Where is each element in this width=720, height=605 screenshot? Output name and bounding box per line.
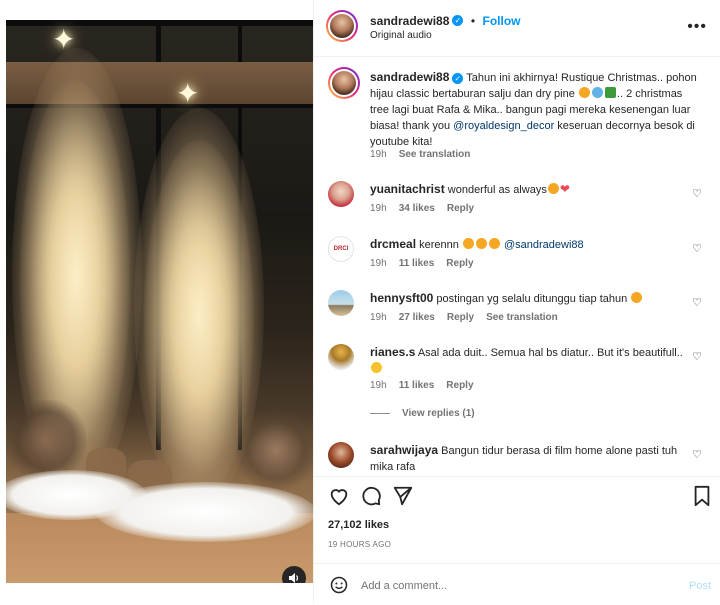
- comment-username[interactable]: drcmeal: [370, 237, 416, 251]
- commenter-avatar[interactable]: DRCI: [328, 236, 354, 262]
- author-username[interactable]: sandradewi88: [370, 14, 449, 28]
- comment-body: Asal ada duit.. Semua hal bs diatur.. Bu…: [417, 347, 683, 359]
- caption-username[interactable]: sandradewi88: [370, 70, 449, 84]
- comment-meta: 19h 11 likes Reply: [370, 258, 486, 269]
- post-media: ✦ ✦: [0, 0, 313, 604]
- more-icon[interactable]: •••: [687, 18, 707, 36]
- comment-body: kerennn: [419, 239, 462, 251]
- comment-username[interactable]: hennysft00: [370, 291, 433, 305]
- comment-likes[interactable]: 11 likes: [399, 258, 435, 269]
- audio-label[interactable]: Original audio: [370, 30, 432, 41]
- snow-blanket: [96, 482, 313, 542]
- heart-eyes-emoji-icon: [631, 292, 643, 303]
- reply-button[interactable]: Reply: [447, 312, 474, 323]
- heart-eyes-emoji-icon: [547, 183, 559, 194]
- heart-icon[interactable]: ♡: [692, 350, 702, 363]
- comment-mention[interactable]: @sandradewi88: [504, 239, 584, 251]
- dry-branches-decor: [236, 410, 313, 490]
- author-avatar[interactable]: [328, 67, 360, 99]
- heart-eyes-emoji-icon: [488, 238, 500, 249]
- comment-icon[interactable]: [360, 485, 384, 509]
- view-replies-button[interactable]: View replies (1): [370, 408, 475, 419]
- heart-icon[interactable]: ♡: [692, 242, 702, 255]
- reply-button[interactable]: Reply: [446, 380, 473, 391]
- commenter-avatar[interactable]: [328, 181, 354, 207]
- heart-icon[interactable]: [328, 485, 352, 509]
- tree-star-icon: ✦: [176, 78, 200, 109]
- tree-star-icon: ✦: [52, 24, 76, 55]
- comment-username[interactable]: rianes.s: [370, 345, 415, 359]
- heart-eyes-emoji-icon: [578, 87, 590, 98]
- reply-button[interactable]: Reply: [447, 203, 474, 214]
- volume-icon[interactable]: [282, 566, 306, 583]
- smile-emoji-icon: [371, 362, 382, 373]
- comment-time[interactable]: 19h: [370, 203, 387, 214]
- caption-time[interactable]: 19h: [370, 149, 387, 160]
- comment-likes[interactable]: 11 likes: [399, 380, 435, 391]
- separator: •: [470, 14, 476, 28]
- comment-text: sarahwijaya Bangun tidur berasa di film …: [370, 442, 700, 475]
- caption: sandradewi88 ✓ Tahun ini akhirnya! Rustiq…: [328, 67, 708, 162]
- comment-text: drcmeal kerennn @sandradewi88: [370, 236, 700, 253]
- author-line: sandradewi88 ✓ • Follow: [370, 12, 520, 30]
- comment-username[interactable]: yuanitachrist: [370, 182, 445, 196]
- snowflake-emoji-icon: [591, 87, 603, 98]
- comment: yuanitachrist wonderful as always ❤ 19h 34…: [328, 179, 708, 219]
- comment-time[interactable]: 19h: [370, 258, 387, 269]
- video-player[interactable]: ✦ ✦: [6, 20, 313, 583]
- avatar-logo-text: DRCI: [333, 246, 349, 252]
- bookmark-icon[interactable]: [692, 485, 716, 509]
- red-heart-emoji-icon: ❤: [559, 182, 570, 196]
- verified-icon: ✓: [452, 15, 464, 27]
- comment-meta: 19h 11 likes Reply: [370, 380, 486, 391]
- view-replies-label[interactable]: View replies (1): [402, 408, 475, 419]
- comment: DRCI drcmeal kerennn @sandradewi88 19h 11…: [328, 234, 708, 274]
- comment-text: rianes.s Asal ada duit.. Semua hal bs di…: [370, 344, 700, 377]
- divider-line: [370, 412, 390, 414]
- commenter-avatar[interactable]: [328, 344, 354, 370]
- commenter-avatar[interactable]: [328, 290, 354, 316]
- post-button[interactable]: Post: [689, 580, 711, 592]
- comment: sarahwijaya Bangun tidur berasa di film …: [328, 440, 708, 480]
- comment-time[interactable]: 19h: [370, 380, 387, 391]
- comment-text: yuanitachrist wonderful as always ❤: [370, 181, 700, 198]
- caption-meta: 19h See translation: [370, 149, 482, 160]
- comment: hennysft00 postingan yg selalu ditunggu …: [328, 288, 708, 328]
- add-comment-bar: Add a comment... Post: [314, 563, 720, 605]
- follow-button[interactable]: Follow: [482, 14, 520, 28]
- comment-likes[interactable]: 27 likes: [399, 312, 435, 323]
- action-bar: 27,102 likes 19 HOURS AGO: [314, 476, 720, 559]
- comment-username[interactable]: sarahwijaya: [370, 443, 438, 457]
- commenter-avatar[interactable]: [328, 442, 354, 468]
- heart-icon[interactable]: ♡: [692, 187, 702, 200]
- heart-icon[interactable]: ♡: [692, 296, 702, 309]
- post-header: sandradewi88 ✓ • Follow Original audio ••…: [314, 0, 720, 57]
- comment-text: hennysft00 postingan yg selalu ditunggu …: [370, 290, 700, 307]
- reply-button[interactable]: Reply: [446, 258, 473, 269]
- comments-list[interactable]: sandradewi88 ✓ Tahun ini akhirnya! Rustiq…: [314, 57, 720, 475]
- comment-body: wonderful as always: [447, 184, 547, 196]
- share-icon[interactable]: [392, 485, 416, 509]
- comment-body: postingan yg selalu ditunggu tiap tahun: [436, 293, 628, 305]
- heart-eyes-emoji-icon: [475, 238, 487, 249]
- comment-likes[interactable]: 34 likes: [399, 203, 435, 214]
- post-timestamp[interactable]: 19 HOURS AGO: [328, 540, 391, 549]
- heart-eyes-emoji-icon: [462, 238, 474, 249]
- dry-branches-decor: [6, 400, 86, 480]
- emoji-icon[interactable]: [330, 576, 348, 594]
- post-panel: sandradewi88 ✓ • Follow Original audio ••…: [313, 0, 720, 604]
- christmas-tree-emoji-icon: [604, 87, 616, 98]
- comment-input[interactable]: Add a comment...: [361, 580, 447, 592]
- author-avatar[interactable]: [326, 10, 358, 42]
- heart-icon[interactable]: ♡: [692, 448, 702, 461]
- see-translation-link[interactable]: See translation: [486, 312, 558, 323]
- caption-text: sandradewi88 ✓ Tahun ini akhirnya! Rustiq…: [370, 69, 700, 150]
- comment-meta: 19h 27 likes Reply See translation: [370, 312, 570, 323]
- verified-icon: ✓: [452, 72, 464, 84]
- caption-mention[interactable]: @royaldesign_decor: [453, 120, 554, 132]
- likes-count[interactable]: 27,102 likes: [328, 519, 389, 531]
- comment-meta: 19h 34 likes Reply: [370, 203, 486, 214]
- see-translation-link[interactable]: See translation: [399, 149, 471, 160]
- comment-time[interactable]: 19h: [370, 312, 387, 323]
